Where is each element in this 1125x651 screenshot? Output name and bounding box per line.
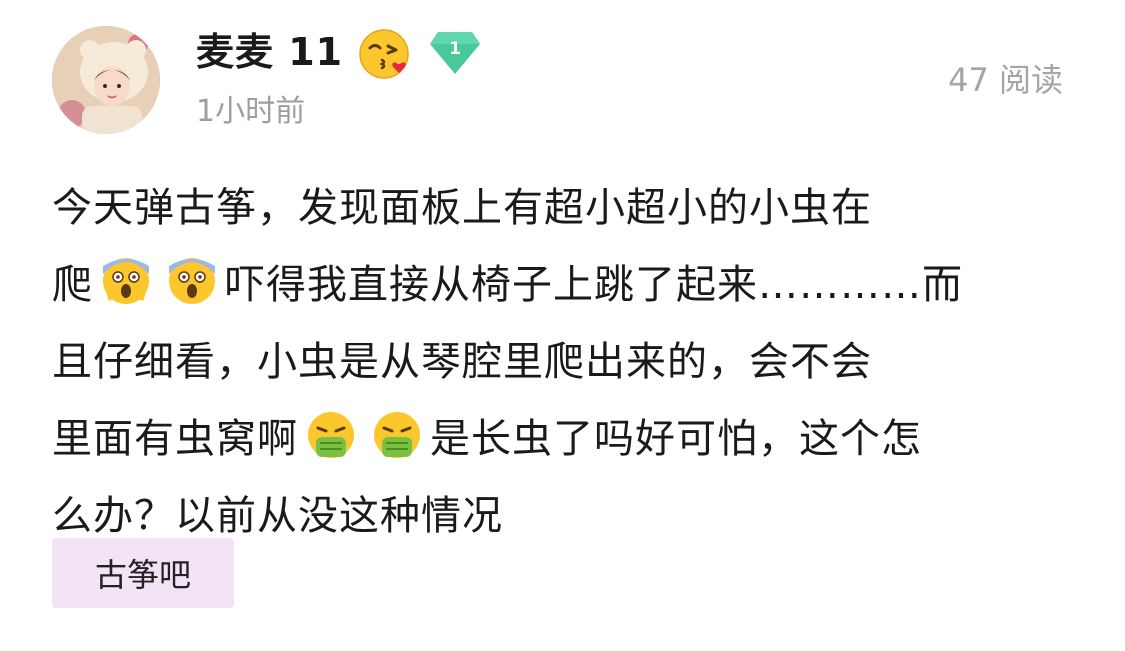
screaming-fear-emoji-icon xyxy=(169,258,215,304)
post-time: 1小时前 xyxy=(196,94,306,129)
content-line: 且仔细看，小虫是从琴腔里爬出来的，会不会 xyxy=(52,339,872,385)
content-line: 里面有虫窝啊 是长虫了吗好可怕，这个怎 xyxy=(52,401,1082,478)
vomiting-emoji-icon xyxy=(308,412,354,458)
kiss-heart-emoji-icon xyxy=(359,29,409,79)
vomiting-emoji-icon xyxy=(374,412,420,458)
author-avatar[interactable] xyxy=(52,26,160,134)
level-diamond-icon[interactable]: 1 xyxy=(428,28,482,76)
forum-tag[interactable]: 古筝吧 xyxy=(52,538,234,608)
screaming-fear-emoji-icon xyxy=(103,258,149,304)
level-number: 1 xyxy=(449,39,461,59)
read-count: 47 阅读 xyxy=(948,61,1063,99)
content-line: 爬 吓得我直接从椅子上跳了起来…………而 xyxy=(52,247,1082,324)
post-content: 今天弹古筝，发现面板上有超小超小的小虫在 爬 吓得我直接从椅子上跳了起来…………… xyxy=(52,170,1082,555)
content-line: 今天弹古筝，发现面板上有超小超小的小虫在 xyxy=(52,185,872,231)
author-name[interactable]: 麦麦 11 xyxy=(196,28,343,76)
